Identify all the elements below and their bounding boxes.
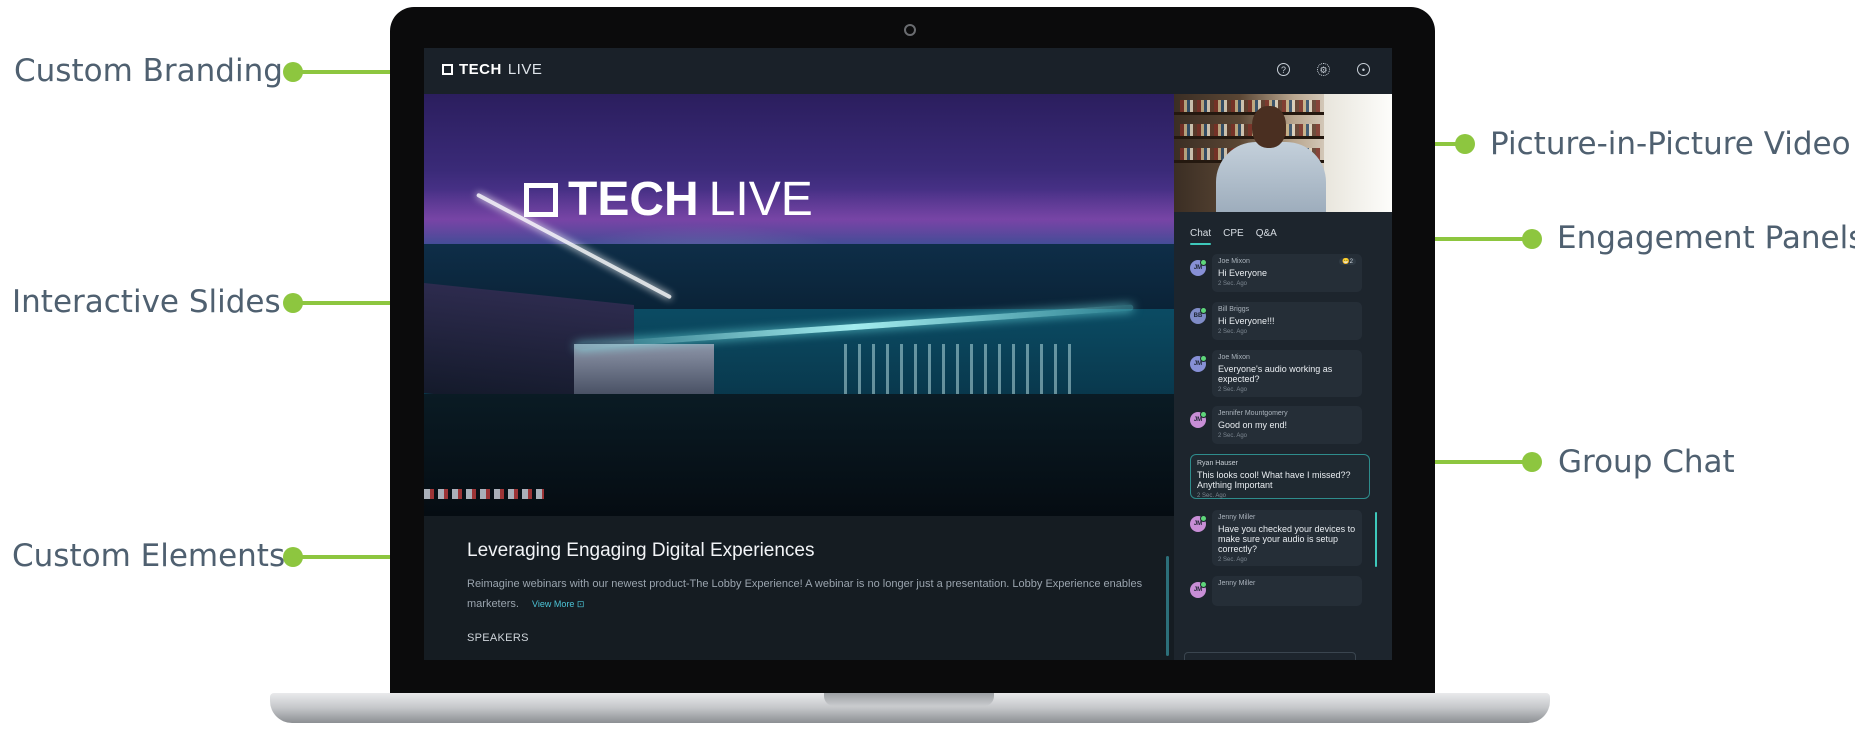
avatar[interactable]: JM: [1190, 581, 1207, 598]
books: [1180, 124, 1320, 136]
message-bubble: Bill Briggs Hi Everyone!!! 2 Sec. Ago: [1212, 302, 1362, 340]
avatar-initials: JM: [1193, 361, 1203, 367]
message-author: Bill Briggs: [1218, 306, 1250, 313]
presentation-slide[interactable]: TECH LIVE: [424, 94, 1174, 516]
annotation-dot: [1455, 134, 1475, 154]
avatar-initials: BB: [1193, 313, 1203, 319]
bookshelf: [1174, 112, 1324, 115]
message-text: Have you checked your devices to make su…: [1218, 524, 1356, 554]
reaction-badge[interactable]: 😁2: [1339, 258, 1356, 265]
bookshelf: [1174, 136, 1324, 139]
annotation-group-chat: Group Chat: [1558, 444, 1735, 480]
avatar-initials: JM: [1193, 417, 1203, 423]
message-time: 2 Sec. Ago: [1197, 493, 1227, 499]
avatar[interactable]: JM: [1190, 259, 1207, 276]
message-time: 2 Sec. Ago: [1218, 329, 1248, 335]
message-bubble: Joe Mixon Hi Everyone 2 Sec. Ago 😁2: [1212, 254, 1362, 292]
top-bar: TECH LIVE ? ⚙ •: [424, 48, 1392, 94]
online-status-icon: [1200, 411, 1207, 418]
app-screen: TECH LIVE ? ⚙ • TECH LIVE Leveraging Eng…: [424, 48, 1392, 660]
message-time: 2 Sec. Ago: [1218, 281, 1248, 287]
event-description: Reimagine webinars with our newest produ…: [467, 574, 1157, 614]
message-author: Joe Mixon: [1218, 354, 1250, 361]
annotation-engagement-panels: Engagement Panels: [1557, 220, 1855, 256]
message-bubble: Jennifer Mountgomery Good on my end! 2 S…: [1212, 406, 1362, 444]
event-title: Leveraging Engaging Digital Experiences: [467, 540, 815, 561]
camera-icon: [904, 24, 916, 36]
profile-icon[interactable]: •: [1357, 63, 1370, 76]
message-author: Joe Mixon: [1218, 258, 1250, 265]
laptop-notch: [824, 693, 994, 706]
settings-icon[interactable]: ⚙: [1317, 63, 1330, 76]
message-text: Everyone's audio working as expected?: [1218, 364, 1333, 384]
slide-logo: TECH LIVE: [524, 172, 813, 227]
engagement-panel: Chat CPE Q&A JM Joe Mixon Hi Everyone 2 …: [1174, 212, 1392, 660]
message-text: Hi Everyone!!!: [1218, 316, 1275, 326]
slide-logo-mark-icon: [524, 182, 558, 217]
presenter-head: [1252, 106, 1286, 148]
highlighted-message: Ryan Hauser This looks cool! What have I…: [1190, 454, 1370, 499]
slide-logo-thin: LIVE: [708, 173, 813, 226]
message-time: 2 Sec. Ago: [1218, 557, 1248, 563]
panel-tabs: Chat CPE Q&A: [1190, 228, 1277, 245]
message-time: 2 Sec. Ago: [1218, 433, 1248, 439]
slide-logo-bold: TECH: [568, 173, 699, 226]
message-time: 2 Sec. Ago: [1218, 387, 1248, 393]
slide-foreground-lights: [424, 489, 544, 499]
avatar[interactable]: JM: [1190, 355, 1207, 372]
chat-scrollbar[interactable]: [1375, 512, 1377, 567]
avatar[interactable]: JM: [1190, 411, 1207, 428]
annotation-line: [292, 70, 402, 74]
brand-logo[interactable]: TECH LIVE: [442, 61, 542, 78]
logo-text-bold: TECH: [459, 61, 502, 78]
help-icon[interactable]: ?: [1277, 63, 1290, 76]
message-text: Good on my end!: [1218, 420, 1288, 430]
tab-cpe[interactable]: CPE: [1223, 228, 1244, 239]
online-status-icon: [1200, 355, 1207, 362]
message-author: Ryan Hauser: [1197, 460, 1238, 467]
message-author: Jennifer Mountgomery: [1218, 410, 1288, 417]
logo-mark-icon: [442, 64, 453, 75]
message-text: This looks cool! What have I missed?? An…: [1197, 470, 1351, 490]
avatar[interactable]: BB: [1190, 307, 1207, 324]
online-status-icon: [1200, 581, 1207, 588]
speakers-heading: SPEAKERS: [467, 632, 529, 644]
avatar-initials: JM: [1193, 587, 1203, 593]
books: [1180, 100, 1320, 112]
window: [1324, 94, 1392, 212]
message-bubble: Jenny Miller: [1212, 576, 1362, 606]
logo-text-thin: LIVE: [507, 61, 543, 78]
view-more-link[interactable]: View More ⊡: [532, 599, 584, 609]
chat-input[interactable]: [1184, 652, 1356, 660]
pip-video[interactable]: [1174, 94, 1392, 212]
message-text: Hi Everyone: [1218, 268, 1268, 278]
annotation-custom-elements: Custom Elements: [12, 538, 286, 574]
message-author: Jenny Miller: [1218, 514, 1256, 521]
event-info: Leveraging Engaging Digital Experiences …: [424, 516, 1174, 660]
annotation-dot: [1522, 452, 1542, 472]
slide-waterfront-lights: [844, 344, 1074, 394]
annotation-dot: [1522, 229, 1542, 249]
annotation-interactive-slides: Interactive Slides: [12, 284, 281, 320]
view-more-label: View More: [532, 599, 575, 609]
online-status-icon: [1200, 515, 1207, 522]
avatar[interactable]: JM: [1190, 515, 1207, 532]
online-status-icon: [1200, 259, 1207, 266]
avatar-initials: JM: [1193, 521, 1203, 527]
avatar-initials: JM: [1193, 265, 1203, 271]
tab-chat[interactable]: Chat: [1190, 228, 1212, 245]
presenter-body: [1216, 142, 1326, 212]
message-author: Jenny Miller: [1218, 580, 1256, 587]
message-bubble: Jenny Miller Have you checked your devic…: [1212, 510, 1362, 566]
message-bubble: Joe Mixon Everyone's audio working as ex…: [1212, 350, 1362, 397]
info-scrollbar[interactable]: [1166, 556, 1169, 656]
annotation-pip-video: Picture-in-Picture Video: [1490, 126, 1851, 162]
tab-qa[interactable]: Q&A: [1256, 228, 1277, 239]
online-status-icon: [1200, 307, 1207, 314]
annotation-custom-branding: Custom Branding: [14, 53, 283, 89]
